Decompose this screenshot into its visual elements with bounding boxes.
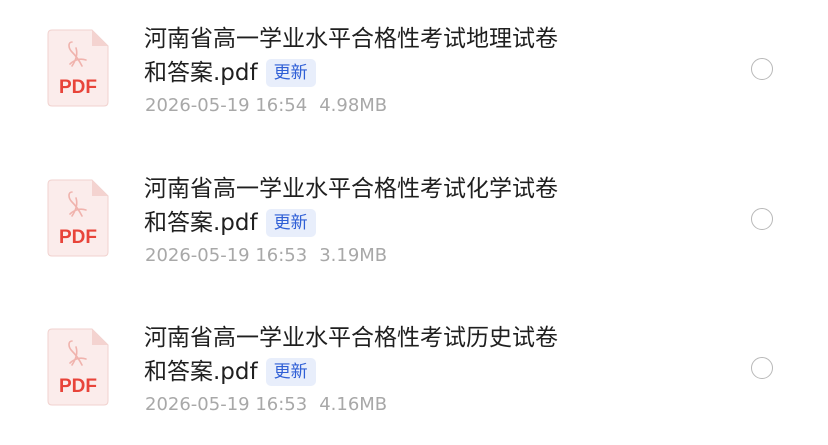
file-row[interactable]: PDF 河南省高一学业水平合格性考试地理试卷 和答案.pdf 更新 2026-05…: [0, 10, 828, 150]
select-radio[interactable]: [751, 357, 773, 379]
file-date: 2026-05-19 16:54: [145, 95, 308, 116]
file-list: PDF 河南省高一学业水平合格性考试地理试卷 和答案.pdf 更新 2026-05…: [0, 0, 828, 445]
file-size: 3.19MB: [319, 245, 388, 266]
file-row[interactable]: PDF 河南省高一学业水平合格性考试化学试卷 和答案.pdf 更新 2026-05…: [0, 160, 828, 300]
file-meta: 2026-05-19 16:54 4.98MB: [145, 95, 387, 116]
file-date: 2026-05-19 16:53: [145, 245, 308, 266]
file-name-line2-text: 和答案.pdf: [144, 60, 258, 86]
file-date: 2026-05-19 16:53: [145, 394, 308, 415]
pdf-file-icon: PDF: [46, 178, 110, 258]
file-name-line2-text: 和答案.pdf: [144, 359, 258, 385]
update-badge: 更新: [265, 209, 316, 237]
file-size: 4.16MB: [319, 394, 388, 415]
pdf-icon-label: PDF: [59, 376, 97, 397]
file-name-line2: 和答案.pdf 更新: [144, 355, 704, 389]
file-row[interactable]: PDF 河南省高一学业水平合格性考试历史试卷 和答案.pdf 更新 2026-05…: [0, 309, 828, 445]
file-meta: 2026-05-19 16:53 3.19MB: [145, 245, 387, 266]
pdf-file-icon: PDF: [46, 327, 110, 407]
file-name-line2: 和答案.pdf 更新: [144, 56, 704, 90]
file-name-line2: 和答案.pdf 更新: [144, 206, 704, 240]
pdf-icon-label: PDF: [59, 227, 97, 248]
update-badge: 更新: [265, 358, 316, 386]
select-radio[interactable]: [751, 58, 773, 80]
file-name: 河南省高一学业水平合格性考试地理试卷 和答案.pdf 更新: [144, 22, 704, 90]
file-name-line1: 河南省高一学业水平合格性考试历史试卷: [144, 325, 558, 351]
file-meta: 2026-05-19 16:53 4.16MB: [145, 394, 387, 415]
file-name: 河南省高一学业水平合格性考试历史试卷 和答案.pdf 更新: [144, 321, 704, 389]
update-badge: 更新: [265, 59, 316, 87]
file-name-line2-text: 和答案.pdf: [144, 210, 258, 236]
pdf-icon-label: PDF: [59, 77, 97, 98]
file-name-line1: 河南省高一学业水平合格性考试化学试卷: [144, 176, 558, 202]
file-name-line1: 河南省高一学业水平合格性考试地理试卷: [144, 26, 558, 52]
file-name: 河南省高一学业水平合格性考试化学试卷 和答案.pdf 更新: [144, 172, 704, 240]
pdf-file-icon: PDF: [46, 28, 110, 108]
file-size: 4.98MB: [319, 95, 388, 116]
select-radio[interactable]: [751, 208, 773, 230]
